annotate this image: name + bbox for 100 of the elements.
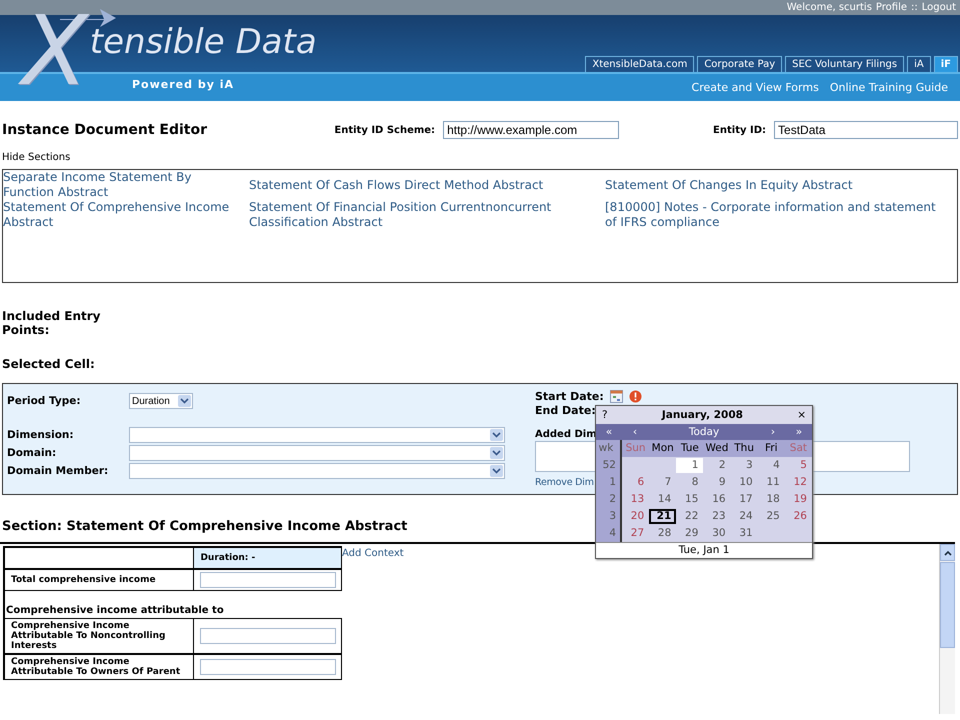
calendar-day[interactable]: 15 (676, 492, 704, 507)
calendar-day[interactable]: 17 (730, 492, 758, 507)
row-label: Comprehensive Income Attributable To Owners Of Parent (5, 654, 194, 680)
calendar-day[interactable]: 10 (730, 475, 758, 490)
nav-tab[interactable]: iF (934, 56, 958, 72)
section-title: Section: Statement Of Comprehensive Income Abstract (2, 519, 408, 534)
selected-cell-label: Selected Cell: (2, 357, 96, 371)
header-link[interactable]: Online Training Guide (830, 81, 948, 94)
calendar-icon[interactable] (610, 390, 623, 402)
field-label: Domain: (7, 447, 58, 459)
alert-icon (628, 390, 642, 402)
entry-points-label: Included Entry Points: (2, 309, 102, 337)
field-label: Domain Member: (7, 465, 110, 477)
calendar-day[interactable]: 30 (703, 526, 731, 541)
help-button[interactable]: ? (602, 409, 608, 421)
add-context-link[interactable]: Add Context (342, 548, 404, 559)
scrollbar[interactable] (939, 544, 955, 714)
calendar-day[interactable]: 14 (649, 492, 676, 507)
calendar-day[interactable]: 21 (649, 509, 676, 524)
week-header: wk (596, 440, 622, 457)
nav-tab[interactable]: SEC Voluntary Filings (785, 56, 904, 72)
calendar-day[interactable]: 19 (784, 492, 812, 507)
profile-link[interactable]: Profile (876, 2, 907, 13)
calendar-nav-button[interactable]: › (760, 426, 786, 438)
section-link[interactable]: Statement Of Financial Position Currentnoncurrent Classification Abstract (249, 200, 605, 230)
calendar-day[interactable]: 11 (758, 475, 785, 490)
calendar-day[interactable]: 28 (649, 526, 676, 541)
week-number: 3 (596, 508, 622, 525)
period-type-select[interactable]: Duration (129, 393, 193, 409)
calendar-day[interactable]: 5 (784, 458, 812, 473)
dropdown-caret-icon (178, 395, 191, 407)
calendar-day[interactable]: 2 (703, 458, 731, 473)
nav-tab[interactable]: Corporate Pay (697, 56, 782, 72)
field-label: Entity ID Scheme: (334, 124, 436, 136)
weekday-label: Sun (622, 440, 650, 457)
hide-sections-text[interactable]: Hide Sections (2, 152, 958, 163)
separator-text: :: (911, 2, 918, 13)
section-link[interactable]: Statement Of Changes In Equity Abstract (605, 178, 957, 192)
row-label: Total comprehensive income (5, 569, 194, 591)
calendar-day[interactable]: 8 (676, 475, 704, 490)
calendar-day[interactable]: 20 (622, 509, 650, 524)
close-button[interactable]: × (797, 409, 806, 421)
month-title: January, 2008 (660, 409, 744, 421)
scroll-up-icon[interactable] (944, 550, 952, 556)
page-title: Instance Document Editor (2, 122, 208, 138)
row-label: Comprehensive Income Attributable To Noncontrolling Interests (5, 618, 194, 654)
calendar-day[interactable]: 1 (676, 458, 704, 473)
dropdown-caret-icon (490, 429, 503, 441)
calendar-day[interactable]: 16 (703, 492, 731, 507)
value-input[interactable] (200, 628, 336, 644)
logout-link[interactable]: Logout (922, 2, 956, 13)
calendar-day[interactable]: 18 (758, 492, 785, 507)
week-number: 4 (596, 525, 622, 542)
calendar-day[interactable]: 29 (676, 526, 704, 541)
weekday-label: Thu (730, 440, 758, 457)
calendar-day[interactable]: 25 (758, 509, 785, 524)
calendar-day[interactable]: 7 (649, 475, 676, 490)
calendar-nav-button[interactable]: ‹ (622, 426, 648, 438)
dropdown-select[interactable] (129, 463, 505, 479)
section-link[interactable]: Statement Of Cash Flows Direct Method Abstract (249, 178, 605, 192)
calendar-day[interactable]: 24 (730, 509, 758, 524)
dropdown-select[interactable] (129, 445, 505, 461)
calendar-day[interactable]: 31 (730, 526, 758, 541)
header-link[interactable]: Create and View Forms (692, 81, 819, 94)
value-input[interactable] (200, 659, 336, 675)
scheme-input[interactable]: http://www.example.com (443, 121, 620, 139)
calendar-day[interactable]: 23 (703, 509, 731, 524)
nav-tab[interactable]: iA (907, 56, 931, 72)
value-input[interactable] (200, 572, 336, 588)
selected-date-text: Tue, Jan 1 (596, 542, 812, 558)
dropdown-select[interactable] (129, 427, 505, 443)
field-label: End Date: (535, 404, 596, 416)
calendar-day[interactable]: 27 (622, 526, 650, 541)
welcome-text: Welcome, scurtis (786, 2, 872, 13)
calendar-day[interactable]: 4 (758, 458, 785, 473)
weekday-label: Wed (703, 440, 731, 457)
calendar-nav-button[interactable]: » (786, 426, 812, 438)
calendar-day[interactable]: 3 (730, 458, 758, 473)
weekday-label: Mon (649, 440, 676, 457)
field-label: Start Date: (535, 390, 604, 402)
weekday-label: Tue (676, 440, 704, 457)
weekday-label: Fri (758, 440, 785, 457)
calendar-day[interactable]: 12 (784, 475, 812, 490)
calendar-nav-button[interactable]: Today (648, 426, 760, 438)
entity-id-input[interactable]: TestData (774, 121, 958, 139)
column-header: Duration: - (194, 546, 342, 569)
calendar-nav-button[interactable]: « (596, 426, 622, 438)
week-number: 52 (596, 457, 622, 474)
section-link[interactable]: [810000] Notes - Corporate information and statement of IFRS compliance (605, 200, 957, 230)
nav-tab[interactable]: XtensibleData.com (585, 56, 694, 72)
calendar-day[interactable]: 9 (703, 475, 731, 490)
section-link[interactable]: Statement Of Comprehensive Income Abstract (3, 200, 249, 230)
calendar-day[interactable]: 26 (784, 509, 812, 524)
calendar-day[interactable]: 22 (676, 509, 704, 524)
field-label: Dimension: (7, 429, 75, 441)
calendar-day[interactable]: 13 (622, 492, 650, 507)
section-link[interactable]: Separate Income Statement By Function Abstract (3, 170, 249, 200)
remove-dimension-link[interactable]: Remove Dim (535, 477, 594, 488)
calendar-day[interactable]: 6 (622, 475, 650, 490)
dropdown-caret-icon (490, 447, 503, 459)
